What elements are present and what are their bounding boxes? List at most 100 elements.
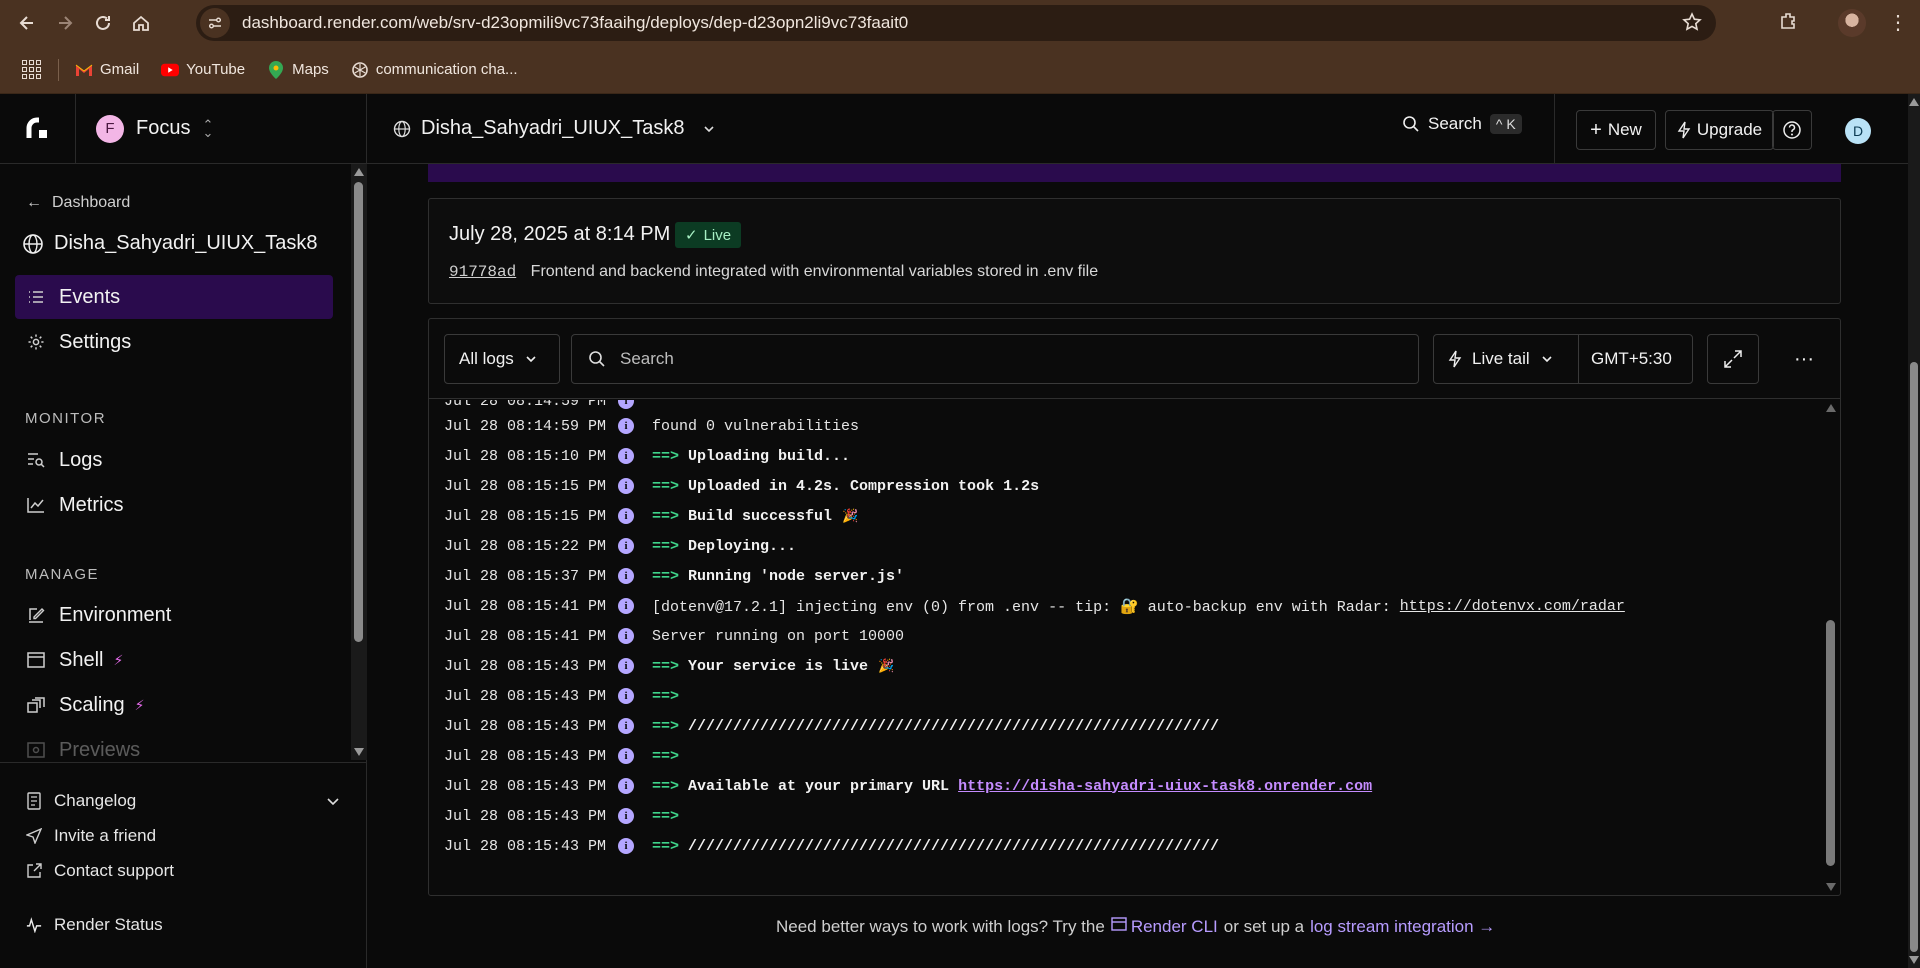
render-cli-link[interactable]: Render CLI <box>1131 917 1218 937</box>
logs-icon <box>27 451 45 469</box>
timezone-selector[interactable]: GMT+5:30 <box>1579 349 1672 369</box>
sidebar-item-metrics[interactable]: Metrics <box>15 483 333 527</box>
help-button[interactable] <box>1772 110 1812 150</box>
send-icon <box>26 828 42 844</box>
forward-arrow-icon[interactable] <box>48 6 82 40</box>
commit-hash-link[interactable]: 91778ad <box>449 263 516 281</box>
sidebar-item-settings[interactable]: Settings <box>15 320 333 364</box>
site-settings-icon[interactable] <box>200 8 230 38</box>
browser-profile-avatar[interactable] <box>1838 9 1866 37</box>
address-bar[interactable]: dashboard.render.com/web/srv-d23opmili9v… <box>196 5 1716 41</box>
workspace-switcher[interactable]: F Focus ⌃ ⌄ <box>76 93 367 164</box>
sidebar-scrollbar[interactable] <box>351 164 367 760</box>
info-icon[interactable]: i <box>618 628 634 644</box>
reload-icon[interactable] <box>86 6 120 40</box>
log-stream-integration-link[interactable]: log stream integration → <box>1310 917 1495 937</box>
bookmark-star-icon[interactable] <box>1682 12 1702 37</box>
url-text[interactable]: dashboard.render.com/web/srv-d23opmili9v… <box>242 13 908 33</box>
fullscreen-button[interactable] <box>1707 334 1759 384</box>
scroll-up-arrow[interactable] <box>1909 98 1919 106</box>
sidebar-item-previews[interactable]: Previews <box>15 728 333 760</box>
scrollbar-thumb[interactable] <box>1826 620 1835 866</box>
scrollbar-thumb[interactable] <box>354 182 363 642</box>
scroll-down-arrow[interactable] <box>1909 956 1919 964</box>
chevron-down-icon[interactable] <box>325 793 341 809</box>
external-link-icon <box>26 863 42 879</box>
page-scrollbar[interactable] <box>1908 94 1920 968</box>
bookmark-chatgpt[interactable]: communication cha... <box>351 61 518 79</box>
scroll-down-arrow[interactable] <box>1826 883 1836 891</box>
render-status-link[interactable]: Render Status <box>26 915 163 935</box>
radar-link[interactable]: https://dotenvx.com/radar <box>1400 598 1625 615</box>
info-icon[interactable]: i <box>618 478 634 494</box>
service-url-link[interactable]: https://disha-sahyadri-uiux-task8.onrend… <box>958 778 1372 795</box>
new-button[interactable]: + New <box>1576 110 1656 150</box>
contact-support-link[interactable]: Contact support <box>26 861 174 881</box>
sidebar-item-events[interactable]: Events <box>15 275 333 319</box>
log-message: Deploying... <box>688 537 797 555</box>
more-options-button[interactable]: ··· <box>1779 334 1829 384</box>
user-avatar[interactable]: D <box>1845 118 1871 144</box>
log-filter-dropdown[interactable]: All logs <box>444 334 560 384</box>
back-to-dashboard-link[interactable]: ← Dashboard <box>26 194 130 212</box>
info-icon[interactable]: i <box>618 508 634 524</box>
info-icon[interactable]: i <box>618 688 634 704</box>
info-icon[interactable]: i <box>618 748 634 764</box>
sidebar-item-shell[interactable]: Shell ⚡︎ <box>15 638 333 682</box>
changelog-link[interactable]: Changelog <box>26 791 341 811</box>
invite-friend-link[interactable]: Invite a friend <box>26 826 156 846</box>
bookmark-gmail[interactable]: Gmail <box>75 61 139 79</box>
scrollbar-thumb[interactable] <box>1910 362 1918 952</box>
browser-menu-icon[interactable]: ⋮ <box>1888 10 1908 35</box>
info-icon[interactable]: i <box>618 658 634 674</box>
extensions-icon[interactable] <box>1778 10 1800 37</box>
commit-message: Frontend and backend integrated with env… <box>530 263 1099 280</box>
info-icon[interactable]: i <box>618 448 634 464</box>
log-scrollbar[interactable] <box>1823 400 1839 895</box>
global-search-button[interactable]: Search ^ K <box>1402 114 1522 134</box>
scroll-down-arrow[interactable] <box>354 748 364 756</box>
back-arrow-icon[interactable] <box>10 6 44 40</box>
info-icon[interactable]: i <box>618 808 634 824</box>
chevron-down-icon <box>704 125 715 132</box>
back-label: Dashboard <box>52 194 131 211</box>
log-message: ////////////////////////////////////////… <box>688 717 1220 735</box>
log-timestamp: Jul 28 08:15:41 PM <box>444 627 607 645</box>
sidebar-item-logs[interactable]: Logs <box>15 438 333 482</box>
info-icon[interactable]: i <box>618 538 634 554</box>
upgrade-button[interactable]: Upgrade <box>1665 110 1774 150</box>
scroll-up-arrow[interactable] <box>1826 404 1836 412</box>
gmail-icon <box>75 61 93 79</box>
info-icon[interactable]: i <box>618 568 634 584</box>
deploy-card: July 28, 2025 at 8:14 PM ✓ Live 91778ad … <box>428 198 1841 304</box>
log-line: Jul 28 08:14:59 PM i found 0 vulnerabili… <box>444 411 859 441</box>
log-search-input[interactable] <box>620 349 1380 369</box>
scroll-up-arrow[interactable] <box>354 168 364 176</box>
info-icon[interactable]: i <box>618 838 634 854</box>
log-output: Jul 28 08:14:59 PM i Jul 28 08:14:59 PM … <box>429 400 1822 895</box>
log-arrow: ==> <box>652 747 680 765</box>
sidebar-nav: ← Dashboard Disha_Sahyadri_UIUX_Task8 Ev… <box>0 164 350 760</box>
sidebar-item-environment[interactable]: Environment <box>15 593 333 637</box>
project-switcher[interactable]: Disha_Sahyadri_UIUX_Task8 <box>393 117 726 140</box>
info-icon[interactable]: i <box>618 598 634 614</box>
log-arrow: ==> <box>652 537 680 555</box>
live-tail-dropdown[interactable]: Live tail <box>1434 335 1579 383</box>
apps-grid-icon[interactable] <box>22 59 42 80</box>
home-icon[interactable] <box>124 6 158 40</box>
bookmark-youtube[interactable]: YouTube <box>161 61 245 79</box>
main-content: July 28, 2025 at 8:14 PM ✓ Live 91778ad … <box>368 164 1908 968</box>
bookmark-maps[interactable]: Maps <box>267 60 329 79</box>
sidebar-item-scaling[interactable]: Scaling ⚡︎ <box>15 683 333 727</box>
info-icon[interactable]: i <box>618 718 634 734</box>
info-icon[interactable]: i <box>618 778 634 794</box>
info-icon[interactable]: i <box>618 418 634 434</box>
search-icon <box>589 351 605 367</box>
render-logo[interactable] <box>0 93 76 164</box>
chevron-down-icon <box>1542 356 1552 363</box>
log-search-box[interactable] <box>571 334 1419 384</box>
commit-info: 91778ad Frontend and backend integrated … <box>449 263 1098 281</box>
scaling-icon <box>27 696 45 714</box>
youtube-icon <box>161 61 180 79</box>
bookmark-label: YouTube <box>186 61 246 78</box>
